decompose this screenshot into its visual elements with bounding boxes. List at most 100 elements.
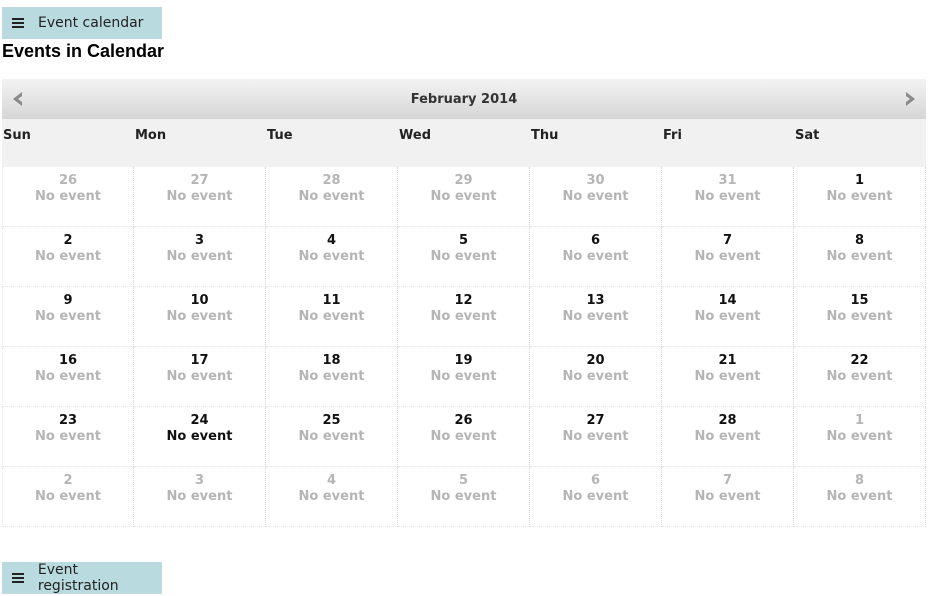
day-number: 3: [194, 473, 205, 488]
calendar-day-cell[interactable]: 9 No event: [2, 287, 134, 347]
day-number: 27: [586, 413, 605, 428]
day-number: 25: [322, 413, 341, 428]
weekday-label: Wed: [399, 128, 431, 143]
day-number: 26: [58, 173, 78, 188]
day-number: 7: [722, 233, 733, 248]
calendar-day-cell[interactable]: 10 No event: [134, 287, 266, 347]
day-event-text: No event: [826, 249, 893, 264]
event-calendar: February 2014 Sun Mon Tue Wed Thu Fri Sa…: [2, 79, 926, 527]
calendar-day-cell[interactable]: 24 No event: [134, 407, 266, 467]
calendar-day-cell[interactable]: 3 No event: [134, 227, 266, 287]
day-number: 8: [854, 473, 865, 488]
day-event-text: No event: [35, 489, 101, 504]
day-number: 5: [458, 233, 469, 248]
calendar-day-cell[interactable]: 17 No event: [134, 347, 266, 407]
day-event-text: No event: [694, 309, 761, 324]
calendar-day-cell[interactable]: 21 No event: [662, 347, 794, 407]
calendar-day-cell[interactable]: 2 No event: [2, 467, 134, 527]
event-registration-button[interactable]: Event registration: [2, 562, 162, 594]
calendar-day-cell[interactable]: 13 No event: [530, 287, 662, 347]
day-number: 24: [190, 413, 209, 428]
day-number: 5: [458, 473, 469, 488]
calendar-week-row: 2 No event 3 No event 4 No event 5 No event 6 No …: [2, 227, 926, 287]
day-number: 30: [586, 173, 605, 188]
calendar-day-cell[interactable]: 8 No event: [794, 227, 926, 287]
calendar-grid: 26 No event 27 No event 28 No event 29 No event…: [2, 167, 926, 527]
calendar-day-cell[interactable]: 5 No event: [398, 467, 530, 527]
calendar-day-cell[interactable]: 11 No event: [266, 287, 398, 347]
day-event-text: No event: [694, 189, 761, 204]
day-number: 15: [850, 293, 869, 308]
day-event-text: No event: [166, 189, 233, 204]
day-event-text: No event: [826, 489, 893, 504]
calendar-day-cell[interactable]: 15 No event: [794, 287, 926, 347]
calendar-day-cell[interactable]: 22 No event: [794, 347, 926, 407]
day-event-text: No event: [298, 489, 365, 504]
calendar-day-cell[interactable]: 27 No event: [134, 167, 266, 227]
calendar-header: February 2014: [2, 79, 926, 119]
day-number: 2: [63, 473, 73, 488]
calendar-day-cell[interactable]: 14 No event: [662, 287, 794, 347]
calendar-day-cell[interactable]: 31 No event: [662, 167, 794, 227]
calendar-day-cell[interactable]: 5 No event: [398, 227, 530, 287]
calendar-day-cell[interactable]: 12 No event: [398, 287, 530, 347]
day-event-text: No event: [694, 369, 761, 384]
calendar-day-cell[interactable]: 7 No event: [662, 227, 794, 287]
day-event-text: No event: [826, 369, 893, 384]
calendar-day-cell[interactable]: 2 No event: [2, 227, 134, 287]
day-number: 17: [190, 353, 209, 368]
event-calendar-button[interactable]: Event calendar: [2, 7, 162, 39]
calendar-day-cell[interactable]: 4 No event: [266, 467, 398, 527]
weekday-label: Sun: [3, 128, 31, 143]
day-event-text: No event: [166, 309, 233, 324]
weekday-label: Tue: [267, 128, 293, 143]
day-number: 28: [718, 413, 737, 428]
calendar-week-row: 9 No event 10 No event 11 No event 12 No event 1…: [2, 287, 926, 347]
chevron-right-icon[interactable]: [902, 91, 918, 107]
chevron-left-icon[interactable]: [10, 91, 26, 107]
calendar-day-cell[interactable]: 20 No event: [530, 347, 662, 407]
day-event-text: No event: [35, 249, 101, 264]
calendar-day-cell[interactable]: 25 No event: [266, 407, 398, 467]
calendar-day-cell[interactable]: 6 No event: [530, 467, 662, 527]
calendar-day-cell[interactable]: 23 No event: [2, 407, 134, 467]
calendar-day-cell[interactable]: 3 No event: [134, 467, 266, 527]
month-label: February 2014: [410, 91, 518, 107]
calendar-week-row: 26 No event 27 No event 28 No event 29 No event…: [2, 167, 926, 227]
day-number: 4: [326, 233, 337, 248]
day-number: 9: [63, 293, 73, 308]
calendar-day-cell[interactable]: 1 No event: [794, 407, 926, 467]
calendar-day-cell[interactable]: 30 No event: [530, 167, 662, 227]
weekday-label: Fri: [663, 128, 682, 143]
calendar-day-cell[interactable]: 18 No event: [266, 347, 398, 407]
page-title: Events in Calendar: [2, 41, 165, 61]
weekday-label: Thu: [531, 128, 559, 143]
day-number: 2: [63, 233, 73, 248]
calendar-day-cell[interactable]: 4 No event: [266, 227, 398, 287]
day-number: 20: [586, 353, 605, 368]
calendar-day-cell[interactable]: 28 No event: [662, 407, 794, 467]
calendar-day-cell[interactable]: 29 No event: [398, 167, 530, 227]
day-number: 26: [454, 413, 473, 428]
day-event-text: No event: [562, 189, 629, 204]
calendar-day-cell[interactable]: 26 No event: [2, 167, 134, 227]
calendar-day-cell[interactable]: 27 No event: [530, 407, 662, 467]
calendar-day-cell[interactable]: 1 No event: [794, 167, 926, 227]
day-event-text: No event: [298, 309, 365, 324]
day-number: 7: [722, 473, 733, 488]
day-event-text: No event: [562, 309, 629, 324]
calendar-day-cell[interactable]: 7 No event: [662, 467, 794, 527]
calendar-day-cell[interactable]: 16 No event: [2, 347, 134, 407]
calendar-week-row: 23 No event 24 No event 25 No event 26 No event…: [2, 407, 926, 467]
hamburger-menu-icon: [12, 573, 24, 583]
day-event-text: No event: [35, 189, 101, 204]
calendar-day-cell[interactable]: 28 No event: [266, 167, 398, 227]
calendar-week-row: 2 No event 3 No event 4 No event 5 No event 6 No …: [2, 467, 926, 527]
day-event-text: No event: [298, 429, 365, 444]
calendar-day-cell[interactable]: 19 No event: [398, 347, 530, 407]
calendar-day-cell[interactable]: 8 No event: [794, 467, 926, 527]
day-event-text: No event: [430, 249, 497, 264]
calendar-day-cell[interactable]: 6 No event: [530, 227, 662, 287]
calendar-day-cell[interactable]: 26 No event: [398, 407, 530, 467]
day-event-text: No event: [562, 249, 629, 264]
